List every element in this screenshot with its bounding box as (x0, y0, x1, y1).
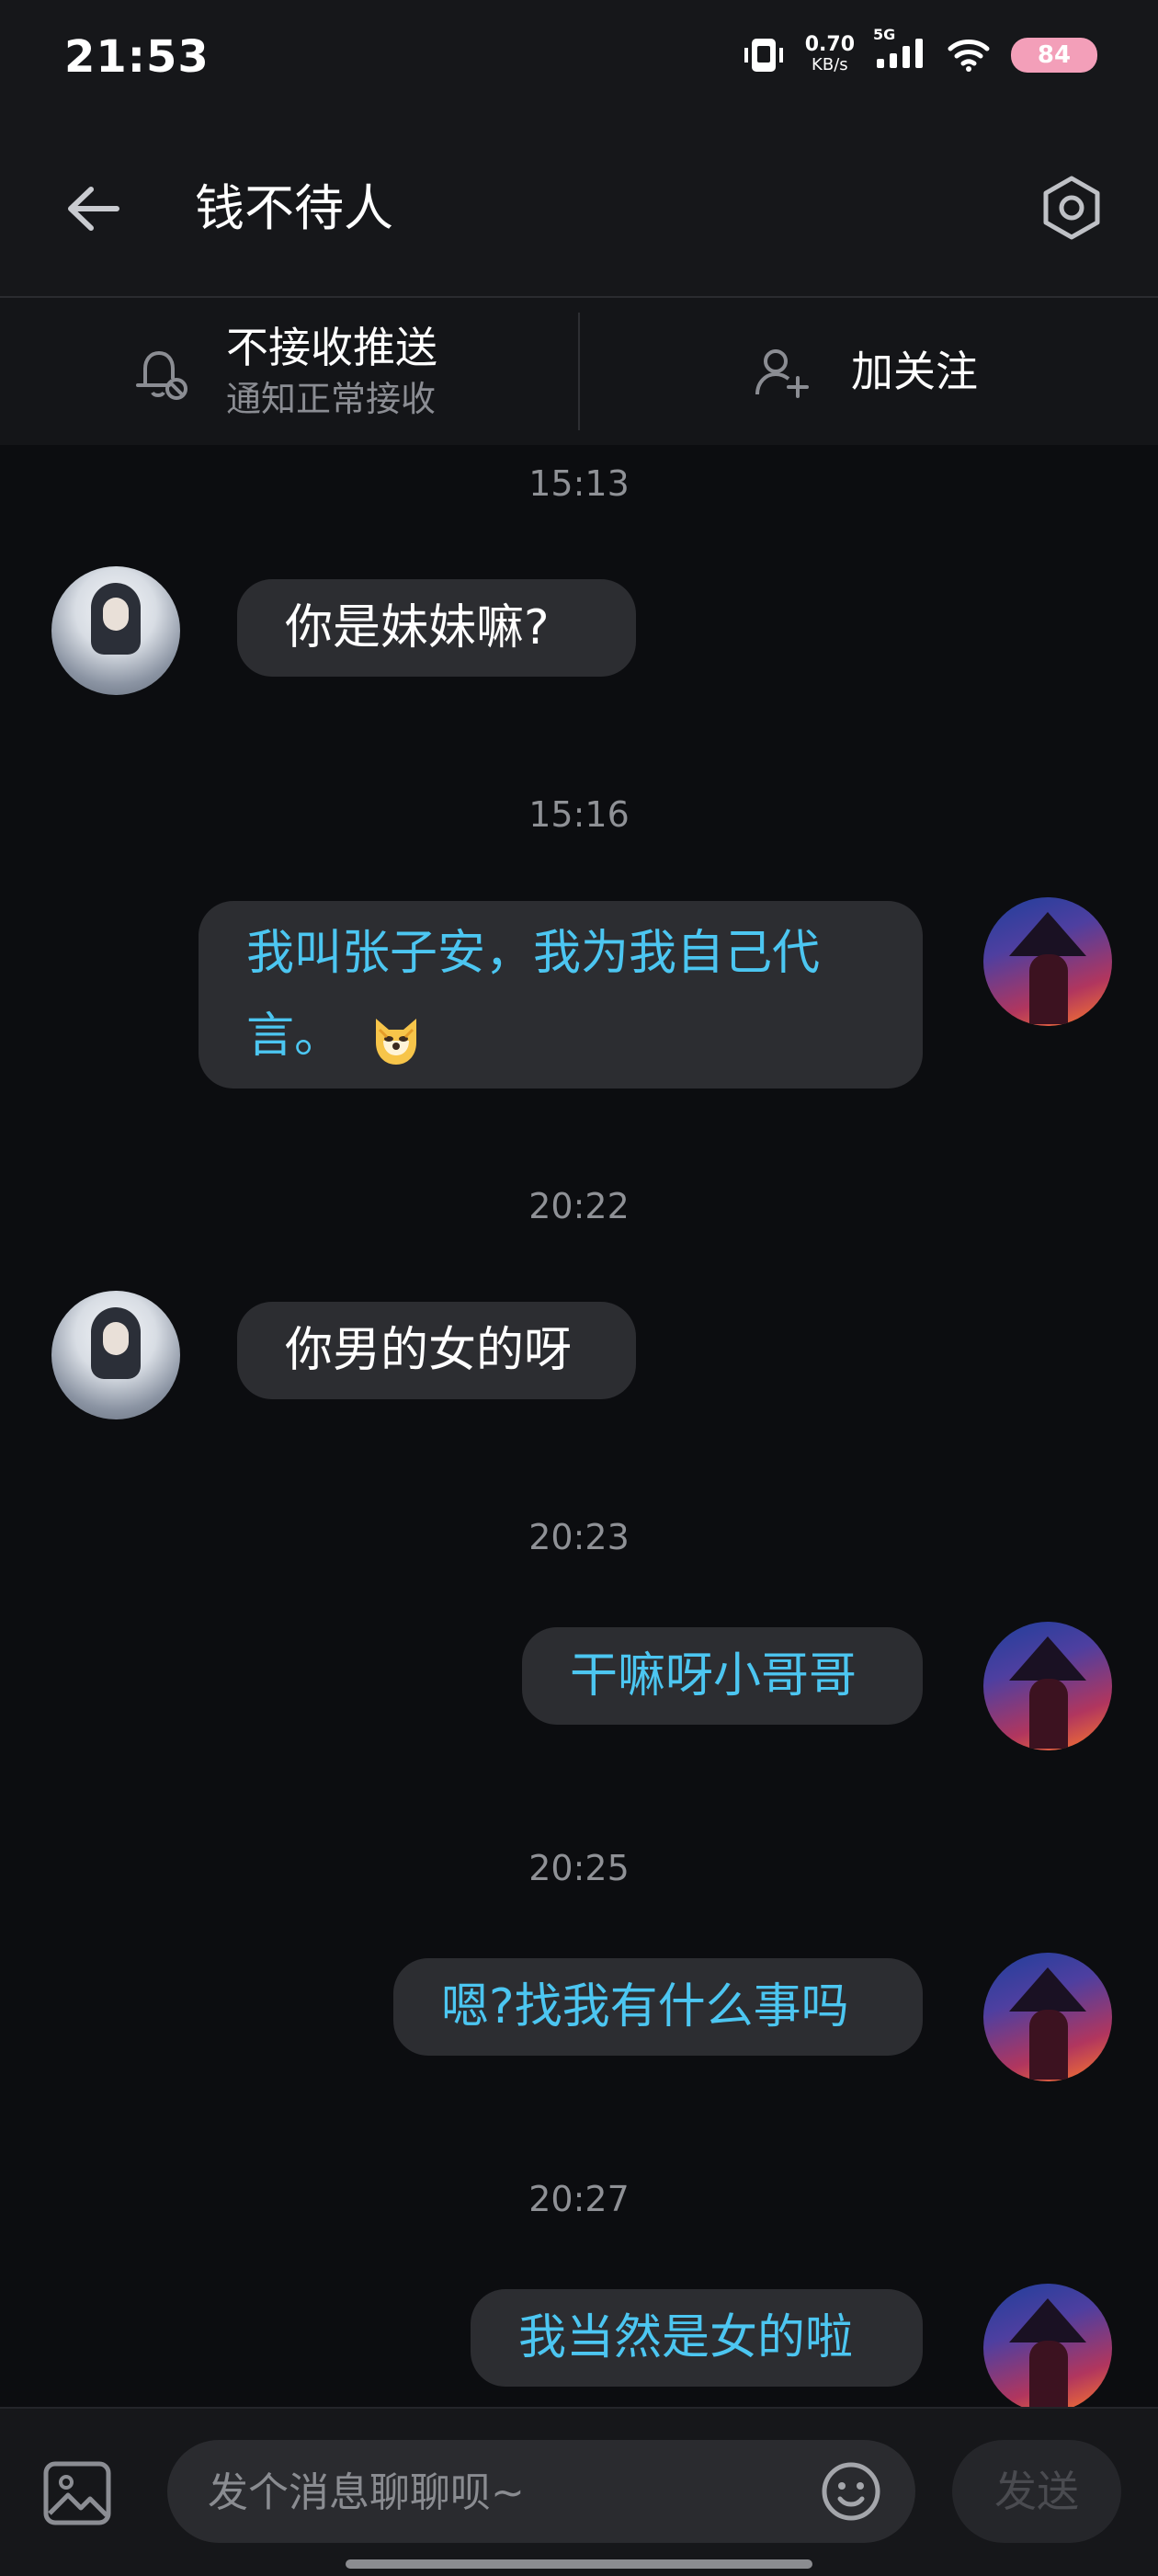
network-speed: 0.70 KB/s (804, 33, 855, 75)
my-avatar[interactable] (983, 1953, 1112, 2081)
my-avatar[interactable] (983, 2284, 1112, 2407)
other-user-avatar[interactable] (51, 566, 180, 695)
other-user-avatar[interactable] (51, 1291, 180, 1419)
message-input[interactable] (206, 2440, 807, 2545)
notification-setting[interactable]: 不接收推送 通知正常接收 (125, 298, 437, 445)
message-time: 20:22 (528, 1186, 630, 1226)
battery-icon: 84 (1011, 38, 1097, 73)
message-bubble-mine[interactable]: 干嘛呀小哥哥 (522, 1627, 923, 1725)
send-button[interactable]: 发送 (952, 2440, 1121, 2543)
status-bar: 21:53 0.70 KB/s 5G 84 (0, 0, 1158, 129)
status-icons: 0.70 KB/s 5G 84 (743, 26, 1097, 75)
settings-button[interactable] (1029, 165, 1114, 250)
follow-button[interactable]: 加关注 (750, 298, 978, 445)
message-bubble-mine[interactable]: 我当然是女的啦 (471, 2289, 923, 2387)
vibrate-icon (744, 39, 783, 72)
chat-header: 钱不待人 (0, 129, 1158, 298)
message-input-wrapper[interactable] (167, 2440, 915, 2545)
notify-subtitle: 通知正常接收 (226, 379, 437, 419)
message-time: 15:16 (528, 794, 630, 835)
home-indicator[interactable] (346, 2559, 812, 2569)
message-time: 20:23 (528, 1517, 630, 1557)
message-bubble-mine[interactable]: 我叫张子安，我为我自己代 言。 (199, 901, 923, 1089)
message-bubble-other[interactable]: 你是妹妹嘛? (237, 579, 636, 677)
back-button[interactable] (61, 177, 125, 241)
bell-off-icon (136, 350, 187, 400)
signal-icon: 5G (873, 26, 926, 74)
wifi-icon (948, 40, 990, 72)
arrow-left-icon (68, 187, 119, 231)
image-icon (43, 2461, 111, 2525)
image-button[interactable] (40, 2456, 114, 2530)
chat-title: 钱不待人 (195, 179, 393, 237)
follow-label: 加关注 (851, 347, 978, 396)
message-bubble-other[interactable]: 你男的女的呀 (237, 1302, 636, 1399)
message-time: 20:27 (528, 2179, 630, 2219)
message-time: 15:13 (528, 463, 630, 504)
dog-emoji-icon (375, 1019, 416, 1065)
message-time: 20:25 (528, 1848, 630, 1888)
chat-actions: 不接收推送 通知正常接收 加关注 (0, 298, 1158, 445)
hexagon-settings-icon (1043, 176, 1100, 240)
status-time: 21:53 (64, 31, 210, 83)
smile-icon (822, 2462, 880, 2521)
my-avatar[interactable] (983, 897, 1112, 1026)
notify-title: 不接收推送 (226, 323, 437, 372)
chat-messages[interactable]: 15:13 你是妹妹嘛? 15:16 我叫张子安，我为我自己代 言。 20:22… (0, 445, 1158, 2407)
emoji-button[interactable] (818, 2458, 884, 2525)
my-avatar[interactable] (983, 1622, 1112, 1750)
divider (578, 313, 580, 430)
add-person-icon (755, 349, 809, 398)
message-composer: 发送 (0, 2407, 1158, 2576)
message-bubble-mine[interactable]: 嗯?找我有什么事吗 (393, 1958, 923, 2056)
